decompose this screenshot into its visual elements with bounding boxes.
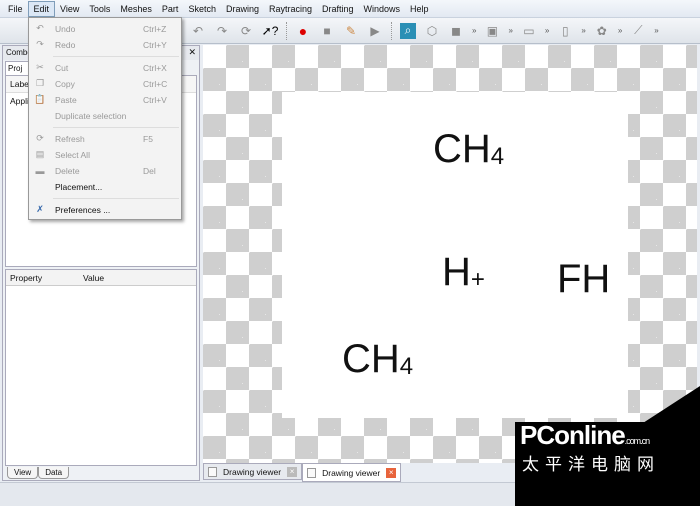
menu-item-undo[interactable]: ↶ Undo Ctrl+Z <box>29 21 181 36</box>
divider <box>53 127 179 128</box>
menu-view[interactable]: View <box>55 2 84 16</box>
paste-icon: 📋 <box>34 94 46 104</box>
tab-view[interactable]: View <box>7 467 39 479</box>
tab-drawing-viewer-2[interactable]: Drawing viewer × <box>302 463 402 482</box>
more-icon[interactable]: » <box>508 26 512 35</box>
separator <box>391 21 392 40</box>
formula-ch4: CH4 <box>433 127 505 171</box>
part-icon[interactable]: ▣ <box>484 23 500 39</box>
menu-meshes[interactable]: Meshes <box>115 2 157 16</box>
property-header: Property <box>10 272 43 283</box>
menu-sketch[interactable]: Sketch <box>183 2 221 16</box>
menu-tools[interactable]: Tools <box>84 2 115 16</box>
value-header: Value <box>83 272 105 283</box>
property-view: Property Value <box>5 269 197 466</box>
divider <box>53 56 179 57</box>
raytrace-icon[interactable]: ✿ <box>594 23 610 39</box>
menu-windows[interactable]: Windows <box>359 2 406 16</box>
close-icon[interactable]: × <box>386 467 397 478</box>
close-icon[interactable]: × <box>287 466 298 477</box>
isometric-icon[interactable]: ⬡ <box>424 23 440 39</box>
menu-drafting[interactable]: Drafting <box>317 2 359 16</box>
menu-item-select-all[interactable]: ▤ Select All <box>29 147 181 162</box>
drawing-canvas[interactable]: CH4 H+ FH CH4 <box>203 45 697 463</box>
cut-icon: ✂ <box>36 62 44 72</box>
menu-item-refresh[interactable]: ⟳ Refresh F5 <box>29 131 181 146</box>
menu-file[interactable]: File <box>3 2 28 16</box>
more-icon[interactable]: » <box>654 26 658 35</box>
menu-drawing[interactable]: Drawing <box>221 2 264 16</box>
undo-icon: ↶ <box>36 23 44 33</box>
watermark-chinese: 太平洋电脑网 <box>522 455 660 474</box>
redo-icon[interactable]: ↷ <box>214 23 230 39</box>
edit-macro-icon[interactable]: ✎ <box>343 23 359 39</box>
menu-item-redo[interactable]: ↷ Redo Ctrl+Y <box>29 37 181 52</box>
tab-drawing-viewer-1[interactable]: Drawing viewer × <box>203 463 303 480</box>
delete-icon: ▬ <box>35 165 45 176</box>
whats-this-icon[interactable]: ➚? <box>262 23 279 39</box>
menu-edit[interactable]: Edit <box>27 0 56 17</box>
page-icon[interactable]: ▯ <box>557 23 573 39</box>
divider <box>53 198 179 199</box>
menu-raytracing[interactable]: Raytracing <box>264 2 317 16</box>
more-icon[interactable]: » <box>472 26 476 35</box>
tab-label: Drawing viewer <box>322 467 381 478</box>
formula-fh: FH <box>557 257 611 301</box>
menu-item-preferences[interactable]: ✗ Preferences ... <box>29 202 181 217</box>
preferences-icon: ✗ <box>36 204 44 214</box>
drawing-icon[interactable]: ▭ <box>521 23 537 39</box>
view-fit-icon[interactable]: ⌕ <box>400 22 416 39</box>
menu-bar: File Edit View Tools Meshes Part Sketch … <box>0 0 700 18</box>
copy-icon: ❐ <box>35 78 45 88</box>
menu-item-copy[interactable]: ❐ Copy Ctrl+C <box>29 76 181 91</box>
refresh-icon[interactable]: ⟳ <box>238 23 254 39</box>
run-macro-icon[interactable]: ▶ <box>367 23 383 39</box>
menu-help[interactable]: Help <box>405 2 434 16</box>
line-icon[interactable]: ⟋ <box>630 23 646 39</box>
edit-menu-dropdown: ↶ Undo Ctrl+Z ↷ Redo Ctrl+Y ✂ Cut Ctrl+X ❐ Copy… <box>28 17 182 220</box>
more-icon[interactable]: » <box>618 26 622 35</box>
formula-ch4: CH4 <box>342 337 414 381</box>
refresh-icon: ⟳ <box>36 133 44 143</box>
menu-item-cut[interactable]: ✂ Cut Ctrl+X <box>29 60 181 75</box>
formula-h-plus: H+ <box>442 250 485 294</box>
document-icon <box>307 467 317 478</box>
more-icon[interactable]: » <box>581 26 585 35</box>
select-all-icon: ▤ <box>35 149 45 159</box>
menu-item-duplicate[interactable]: Duplicate selection <box>29 108 181 123</box>
close-icon[interactable]: ✕ <box>188 47 196 58</box>
menu-item-paste[interactable]: 📋 Paste Ctrl+V <box>29 92 181 107</box>
more-icon[interactable]: » <box>545 26 549 35</box>
menu-item-delete[interactable]: ▬ Delete Del <box>29 163 181 178</box>
document-icon <box>208 466 217 477</box>
stop-macro-icon[interactable]: ■ <box>319 23 335 39</box>
tab-data[interactable]: Data <box>38 467 70 479</box>
box-icon[interactable]: ◼ <box>448 23 464 39</box>
tab-label: Drawing viewer <box>223 466 282 477</box>
separator <box>286 21 287 40</box>
undo-icon[interactable]: ↶ <box>190 23 206 39</box>
redo-icon: ↷ <box>36 39 44 49</box>
record-macro-icon[interactable]: ● <box>295 23 311 39</box>
watermark-logo: PConline.com.cn <box>520 420 650 450</box>
menu-part[interactable]: Part <box>157 2 184 16</box>
menu-item-placement[interactable]: Placement... <box>29 179 181 194</box>
